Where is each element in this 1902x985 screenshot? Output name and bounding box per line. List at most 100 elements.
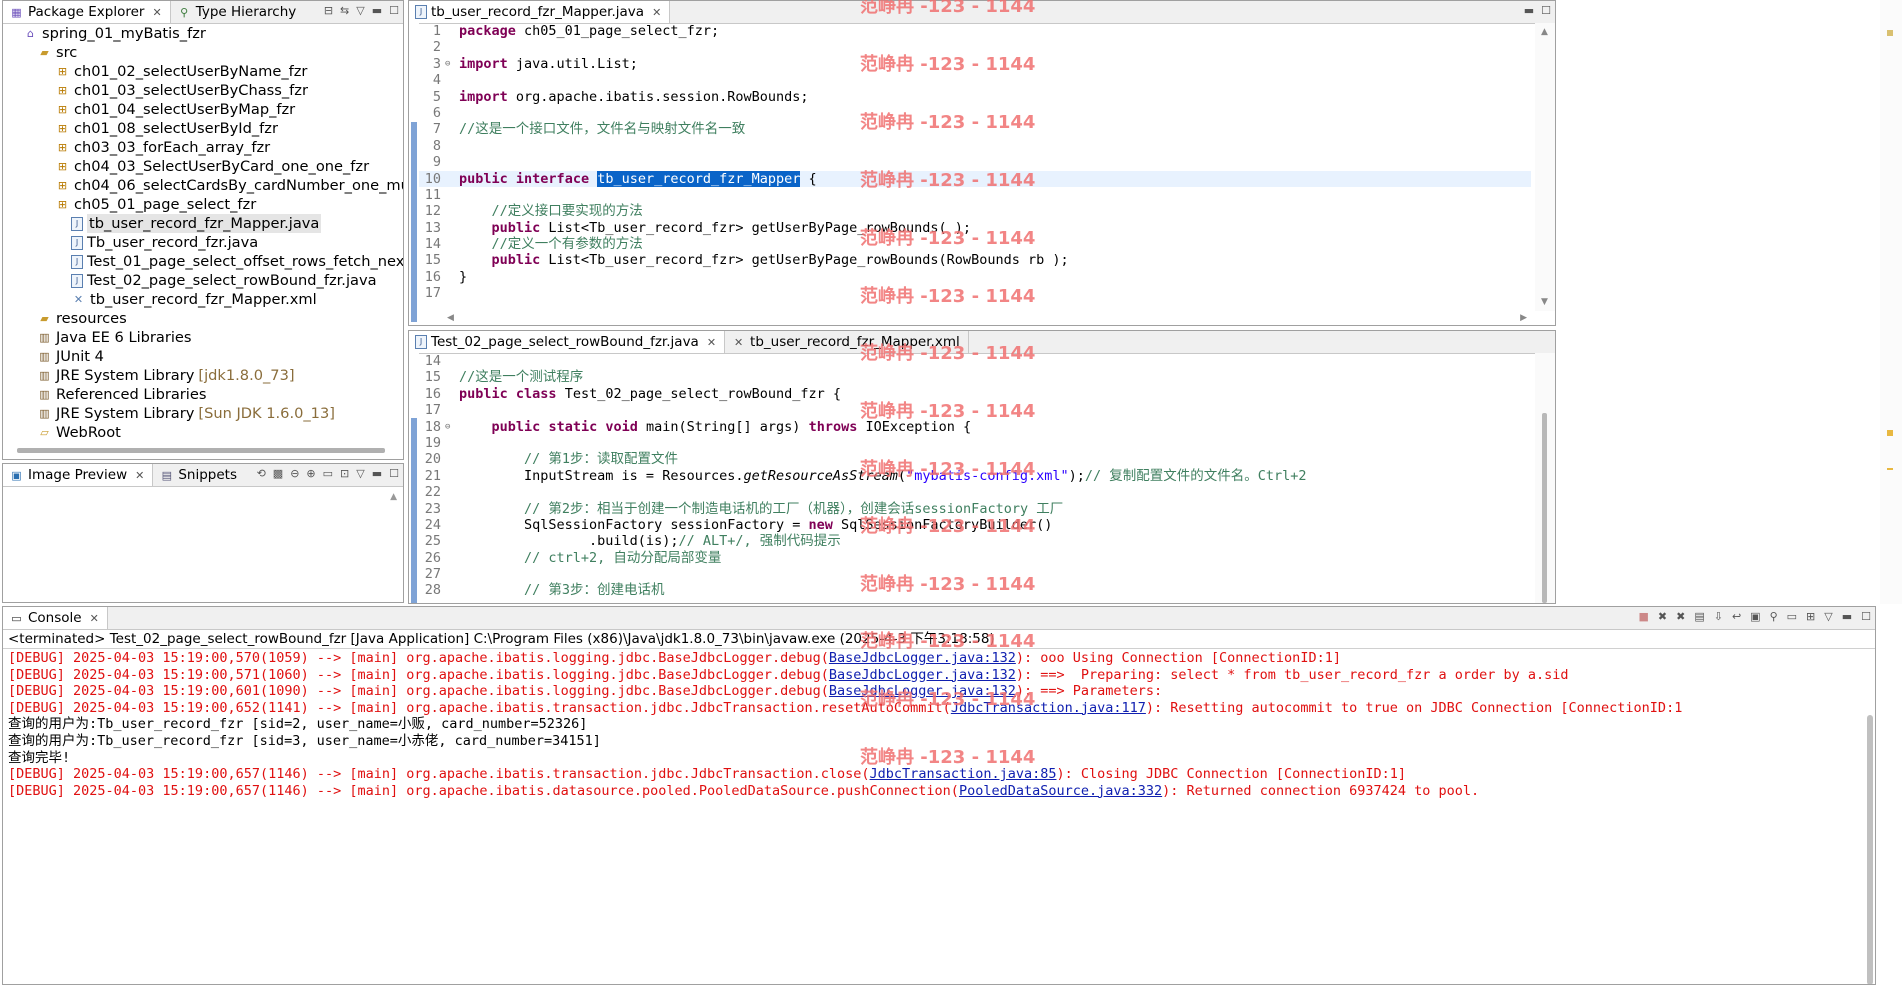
code-line[interactable]: 6 [419, 105, 1531, 121]
view-menu-icon[interactable]: ▽ [356, 467, 364, 480]
close-icon[interactable]: ✕ [652, 6, 661, 19]
tree-item[interactable]: ⊞ ch01_03_selectUserByChass_fzr [3, 81, 403, 100]
fold-icon[interactable] [445, 550, 459, 566]
tree-item[interactable]: ⊞ ch01_04_selectUserByMap_fzr [3, 100, 403, 119]
tree-item[interactable]: ▥ JUnit 4 [3, 347, 403, 366]
vertical-scrollbar[interactable]: ▲ ▼ [1535, 23, 1555, 311]
fold-icon[interactable] [445, 435, 459, 451]
fold-icon[interactable] [445, 582, 459, 598]
code-line[interactable]: 5 import org.apache.ibatis.session.RowBou… [419, 89, 1531, 105]
tab-type-hierarchy[interactable]: ⚲ Type Hierarchy [171, 1, 305, 23]
code-line[interactable]: 28 // 第3步：创建电话机 [419, 582, 1531, 598]
code-area[interactable]: 1 package ch05_01_page_select_fzr; 2 3 ⊖ impo… [419, 23, 1531, 302]
code-line[interactable]: 21 InputStream is = Resources.getResourc… [419, 468, 1531, 484]
tree-item[interactable]: ✕ tb_user_record_fzr_Mapper.xml [3, 290, 403, 309]
show-on-output-icon[interactable]: ▣ [1750, 610, 1760, 623]
code-line[interactable]: 20 // 第1步：读取配置文件 [419, 451, 1531, 467]
tree-item[interactable]: ▱ WebRoot [3, 423, 403, 442]
source-link[interactable]: JdbcTransaction.java:117 [951, 700, 1146, 716]
maximize-icon[interactable]: ☐ [1541, 4, 1551, 17]
close-icon[interactable]: ✕ [90, 612, 99, 625]
display-console-icon[interactable]: ▭ [1787, 610, 1797, 623]
remove-launch-icon[interactable]: ✖ [1658, 610, 1667, 623]
clear-console-icon[interactable]: ▤ [1694, 610, 1704, 623]
tree-item[interactable]: ⌂ spring_01_myBatis_fzr [3, 24, 403, 43]
tree-item[interactable]: ▥ Referenced Libraries [3, 385, 403, 404]
code-line[interactable]: 17 [419, 402, 1531, 418]
vertical-scrollbar[interactable] [1535, 353, 1555, 603]
code-line[interactable]: 3 ⊖ import java.util.List; [419, 56, 1531, 72]
code-line[interactable]: 16 public class Test_02_page_select_rowBo… [419, 386, 1531, 402]
open-console-icon[interactable]: ⊞ [1806, 610, 1815, 623]
fold-icon[interactable] [445, 220, 459, 236]
fold-icon[interactable] [445, 203, 459, 219]
code-line[interactable]: 15 public List<Tb_user_record_fzr> getUs… [419, 252, 1531, 268]
code-line[interactable]: 13 public List<Tb_user_record_fzr> getUs… [419, 220, 1531, 236]
fold-icon[interactable] [445, 402, 459, 418]
tree-item[interactable]: J Tb_user_record_fzr.java [3, 233, 403, 252]
tab-mapper-xml[interactable]: ✕ tb_user_record_fzr_Mapper.xml [725, 331, 969, 353]
refresh-icon[interactable]: ⟲ [257, 467, 266, 480]
tree-item[interactable]: J Test_02_page_select_rowBound_fzr.java [3, 271, 403, 290]
code-line[interactable]: 1 package ch05_01_page_select_fzr; [419, 23, 1531, 39]
minimize-icon[interactable]: ▬ [372, 467, 382, 480]
fit-window-icon[interactable]: ⊡ [340, 467, 349, 480]
view-menu-icon[interactable]: ▽ [356, 4, 364, 17]
console-vertical-scrollbar[interactable] [1867, 715, 1873, 984]
tab-test-java[interactable]: J Test_02_page_select_rowBound_fzr.java … [409, 331, 726, 353]
code-line[interactable]: 8 [419, 138, 1531, 154]
zoom-out-icon[interactable]: ⊖ [290, 467, 299, 480]
fold-icon[interactable] [445, 285, 459, 301]
close-icon[interactable]: ✕ [152, 6, 161, 19]
code-line[interactable]: 24 SqlSessionFactory sessionFactory = ne… [419, 517, 1531, 533]
code-line[interactable]: 14 //定义一个有参数的方法 [419, 236, 1531, 252]
fold-icon[interactable] [445, 252, 459, 268]
code-line[interactable]: 22 [419, 484, 1531, 500]
fold-icon[interactable]: ⊖ [445, 56, 459, 72]
code-line[interactable]: 2 [419, 39, 1531, 55]
fold-icon[interactable] [445, 121, 459, 137]
fold-icon[interactable] [445, 369, 459, 385]
tree-item[interactable]: ⊞ ch04_03_SelectUserByCard_one_one_fzr [3, 157, 403, 176]
code-line[interactable]: 7 //这是一个接口文件，文件名与映射文件名一致 [419, 121, 1531, 137]
maximize-icon[interactable]: ☐ [389, 467, 399, 480]
fold-icon[interactable]: ⊖ [445, 419, 459, 435]
minimize-icon[interactable]: ▬ [1842, 610, 1852, 623]
tree-item[interactable]: ▥ JRE System Library [Sun JDK 1.6.0_13] [3, 404, 403, 423]
tree-item[interactable]: ⊞ ch04_06_selectCardsBy_cardNumber_one_mu… [3, 176, 403, 195]
code-line[interactable]: 17 [419, 285, 1531, 301]
actual-size-icon[interactable]: ▭ [323, 467, 333, 480]
fold-icon[interactable] [445, 269, 459, 285]
fold-icon[interactable] [445, 236, 459, 252]
source-link[interactable]: BaseJdbcLogger.java:132 [829, 650, 1016, 666]
fold-icon[interactable] [445, 154, 459, 170]
fold-icon[interactable] [445, 386, 459, 402]
zoom-in-icon[interactable]: ⊕ [306, 467, 315, 480]
maximize-icon[interactable]: ☐ [1861, 610, 1871, 623]
code-line[interactable]: 10 public interface tb_user_record_fzr_Ma… [419, 170, 1531, 187]
fold-icon[interactable] [445, 39, 459, 55]
code-line[interactable]: 11 [419, 187, 1531, 203]
fold-icon[interactable] [445, 138, 459, 154]
minimize-icon[interactable]: ▬ [372, 4, 382, 17]
tree-item[interactable]: Jtb_user_record_fzr_Mapper.java [3, 214, 403, 233]
code-line[interactable]: 18 ⊖ public static void main(String[] arg… [419, 419, 1531, 435]
code-line[interactable]: 19 [419, 435, 1531, 451]
fold-icon[interactable] [445, 451, 459, 467]
fold-icon[interactable] [445, 187, 459, 203]
tree-item[interactable]: ▰ resources [3, 309, 403, 328]
tree-item[interactable]: ⊞ ch01_02_selectUserByName_fzr [3, 62, 403, 81]
scroll-lock-icon[interactable]: ⇩ [1714, 610, 1723, 623]
tree-item[interactable]: ⊞ ch03_03_forEach_array_fzr [3, 138, 403, 157]
code-line[interactable]: 15 //这是一个测试程序 [419, 369, 1531, 385]
fold-icon[interactable] [445, 72, 459, 88]
source-link[interactable]: PooledDataSource.java:332 [959, 783, 1162, 799]
code-line[interactable]: 16} [419, 269, 1531, 285]
fold-icon[interactable] [445, 517, 459, 533]
code-line[interactable]: 26 // ctrl+2, 自动分配局部变量 [419, 550, 1531, 566]
fold-icon[interactable] [445, 566, 459, 582]
link-with-editor-icon[interactable]: ⇆ [340, 4, 349, 17]
tab-package-explorer[interactable]: ▦ Package Explorer ✕ [3, 1, 171, 23]
fold-icon[interactable] [445, 89, 459, 105]
tab-console[interactable]: ▭ Console ✕ [3, 607, 108, 629]
